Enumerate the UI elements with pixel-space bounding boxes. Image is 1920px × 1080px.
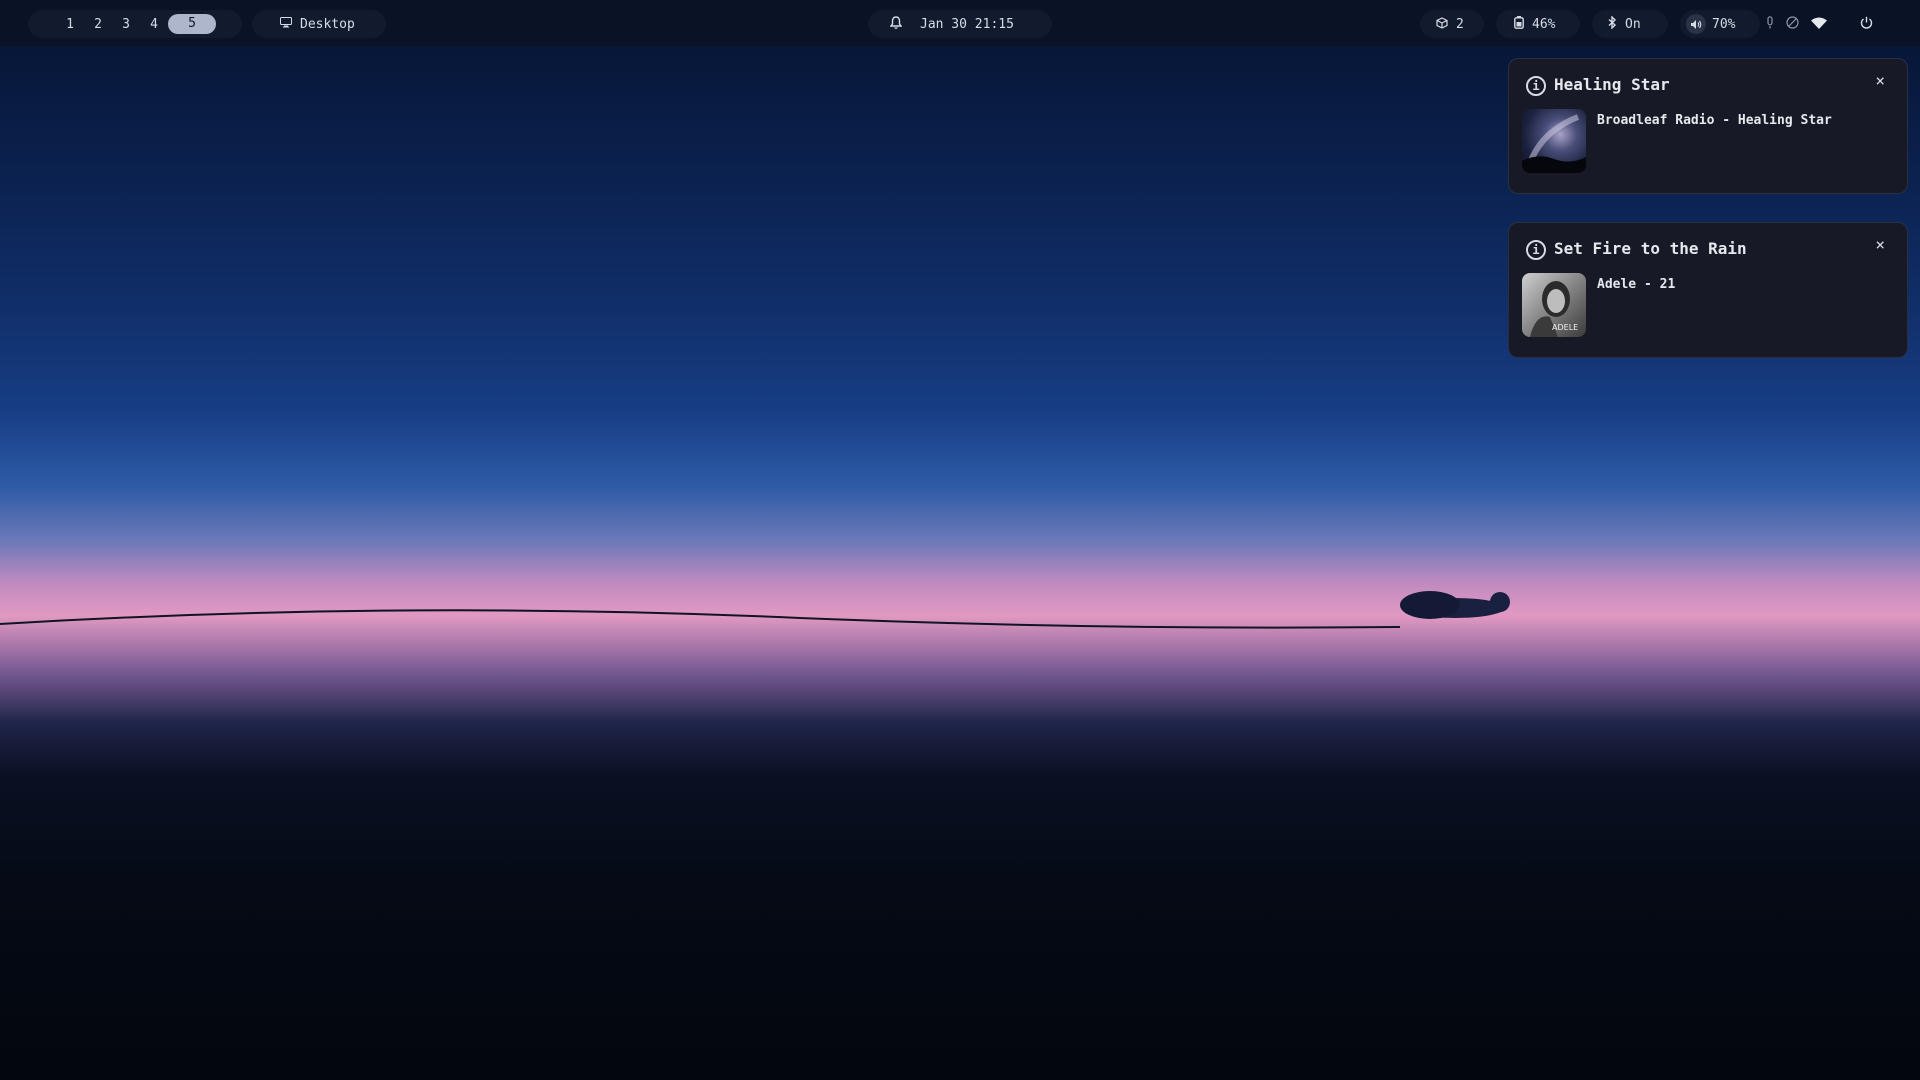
notification-body: Adele - 21: [1597, 277, 1676, 292]
workspace-5[interactable]: 5: [168, 14, 216, 34]
wifi-icon[interactable]: [1811, 17, 1827, 32]
info-icon: i: [1526, 76, 1546, 96]
bluetooth-status: On: [1625, 16, 1641, 32]
top-bar: 1 2 3 4 5 Desktop Jan 30 21:15 2 46% On …: [0, 0, 1920, 46]
power-icon[interactable]: [1860, 16, 1873, 32]
status-icons: [1760, 10, 1860, 38]
power-pill[interactable]: [1852, 10, 1882, 38]
window-label: Desktop: [300, 16, 355, 32]
notification-set-fire-to-the-rain[interactable]: i Set Fire to the Rain × ADELE Adele - 2…: [1508, 222, 1908, 358]
speaker-icon: [1686, 14, 1706, 34]
volume-pill[interactable]: 70%: [1680, 10, 1760, 38]
album-art-healing-star: [1522, 109, 1586, 173]
workspace-3[interactable]: 3: [112, 17, 140, 32]
workspace-2[interactable]: 2: [84, 17, 112, 32]
bluetooth-icon: [1608, 15, 1617, 32]
close-button[interactable]: ×: [1875, 71, 1885, 90]
package-icon: [1436, 16, 1448, 32]
workspace-switcher: 1 2 3 4 5: [28, 10, 242, 38]
close-button[interactable]: ×: [1875, 235, 1885, 254]
window-title-pill[interactable]: Desktop: [252, 10, 386, 38]
notification-healing-star[interactable]: i Healing Star × Broadleaf Radio - Heali…: [1508, 58, 1908, 194]
bell-icon[interactable]: [889, 16, 903, 32]
battery-icon: [1514, 16, 1524, 32]
updates-count: 2: [1456, 16, 1464, 32]
battery-pill[interactable]: 46%: [1496, 10, 1580, 38]
wallpaper-figure: [1400, 591, 1510, 619]
microphone-icon[interactable]: [1766, 16, 1774, 32]
clock-pill[interactable]: Jan 30 21:15: [868, 10, 1052, 38]
battery-level: 46%: [1532, 16, 1556, 32]
notification-body: Broadleaf Radio - Healing Star: [1597, 113, 1832, 128]
volume-level: 70%: [1712, 16, 1736, 32]
notification-title: Set Fire to the Rain: [1554, 239, 1747, 258]
album-art-adele-21: ADELE: [1522, 273, 1586, 337]
notification-title: Healing Star: [1554, 75, 1670, 94]
bluetooth-pill[interactable]: On: [1592, 10, 1668, 38]
wallpaper-rope: [0, 591, 1510, 629]
workspace-4[interactable]: 4: [140, 17, 168, 32]
album-art-text: ADELE: [1552, 323, 1579, 332]
workspace-1[interactable]: 1: [56, 17, 84, 32]
updates-pill[interactable]: 2: [1420, 10, 1484, 38]
monitor-icon: [280, 17, 292, 31]
datetime: Jan 30 21:15: [920, 16, 1014, 32]
info-icon: i: [1526, 240, 1546, 260]
do-not-disturb-icon[interactable]: [1786, 16, 1799, 32]
